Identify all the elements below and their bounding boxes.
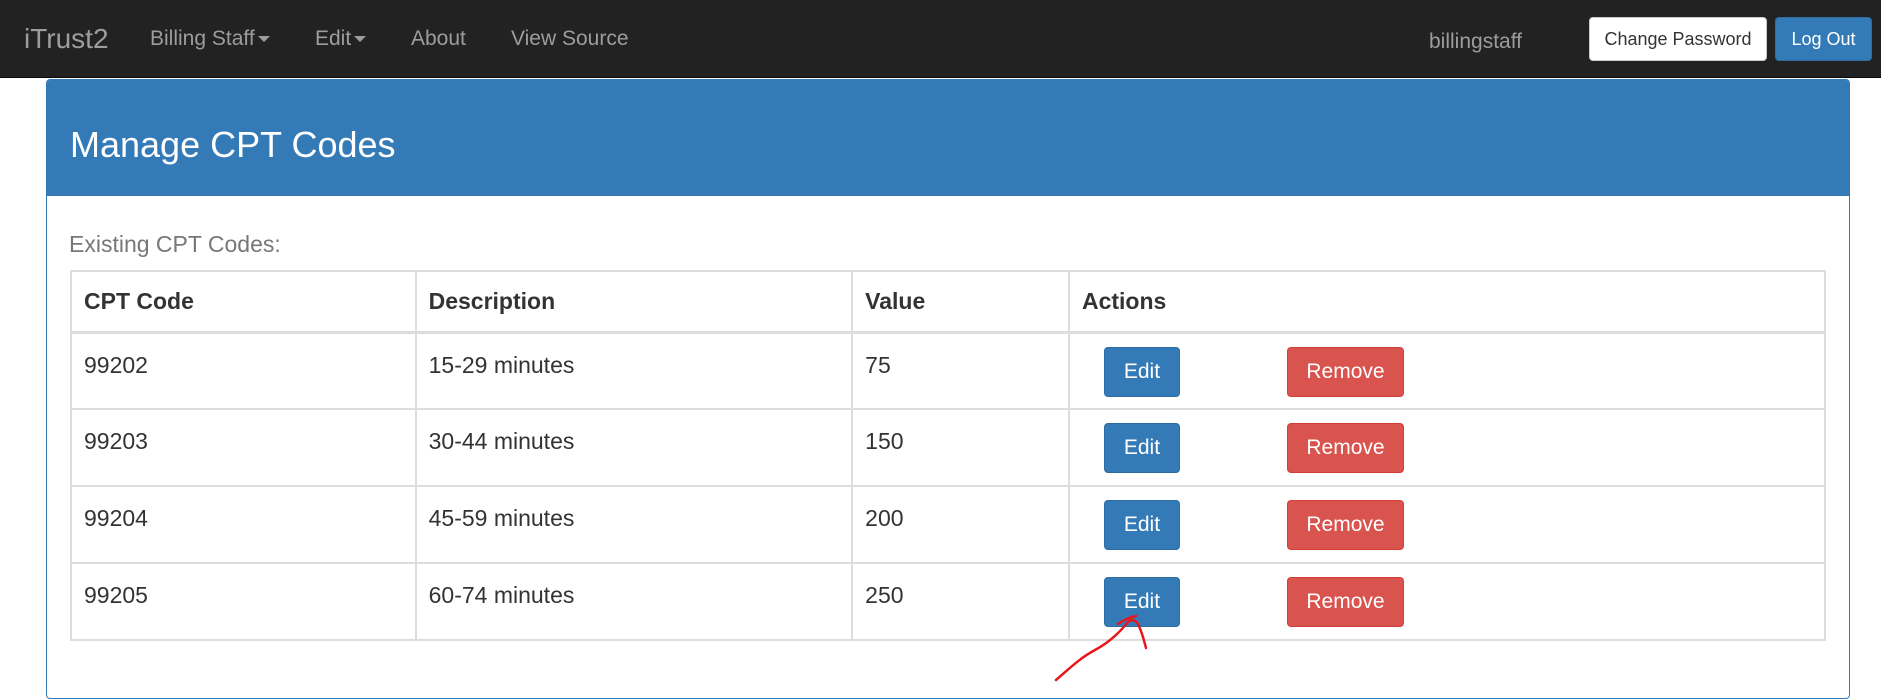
description-cell: 15-29 minutes: [414, 331, 854, 410]
billing-staff-menu-label: Billing Staff: [150, 27, 255, 50]
cpt-code-cell: 99205: [70, 562, 417, 641]
view-source-link[interactable]: View Source: [511, 26, 629, 52]
actions-cell: Edit Remove: [1067, 485, 1827, 564]
edit-button[interactable]: Edit: [1103, 577, 1180, 627]
logout-button[interactable]: Log Out: [1775, 17, 1872, 61]
column-header-cpt-code: CPT Code: [70, 270, 417, 334]
panel-heading: Manage CPT Codes: [47, 80, 1849, 196]
value-cell: 250: [851, 562, 1070, 641]
cpt-code-cell: 99202: [70, 331, 417, 410]
table-row: 99203 30-44 minutes 150 Edit Remove: [70, 408, 1827, 487]
table-row: 99202 15-29 minutes 75 Edit Remove: [70, 331, 1827, 410]
top-navbar: iTrust2 Billing Staff Edit About View So…: [0, 0, 1881, 78]
brand-link[interactable]: iTrust2: [24, 22, 109, 56]
edit-menu-label: Edit: [315, 27, 352, 50]
column-header-actions: Actions: [1067, 270, 1827, 334]
remove-button[interactable]: Remove: [1286, 423, 1404, 473]
edit-button[interactable]: Edit: [1103, 500, 1180, 550]
column-header-value: Value: [851, 270, 1070, 334]
value-cell: 75: [851, 331, 1070, 410]
caret-down-icon: [354, 36, 367, 43]
value-cell: 150: [851, 408, 1070, 487]
remove-button[interactable]: Remove: [1286, 577, 1404, 627]
caret-down-icon: [257, 36, 270, 43]
actions-cell: Edit Remove: [1067, 331, 1827, 410]
description-cell: 60-74 minutes: [414, 562, 854, 641]
actions-cell: Edit Remove: [1067, 408, 1827, 487]
cpt-code-cell: 99203: [70, 408, 417, 487]
edit-button[interactable]: Edit: [1103, 346, 1180, 397]
about-link[interactable]: About: [411, 26, 466, 52]
actions-cell: Edit Remove: [1067, 562, 1827, 641]
edit-button[interactable]: Edit: [1103, 423, 1180, 473]
remove-button[interactable]: Remove: [1286, 346, 1404, 397]
table-row: 99204 45-59 minutes 200 Edit Remove: [70, 485, 1827, 564]
value-cell: 200: [851, 485, 1070, 564]
table-header-row: CPT Code Description Value Actions: [70, 270, 1827, 334]
column-header-description: Description: [414, 270, 854, 334]
description-cell: 30-44 minutes: [414, 408, 854, 487]
cpt-codes-table: CPT Code Description Value Actions 99202…: [70, 270, 1827, 641]
table-row: 99205 60-74 minutes 250 Edit Remove: [70, 562, 1827, 641]
current-username: billingstaff: [1429, 30, 1523, 53]
change-password-button[interactable]: Change Password: [1589, 17, 1767, 61]
description-cell: 45-59 minutes: [414, 485, 854, 564]
page-title: Manage CPT Codes: [70, 124, 396, 165]
remove-button[interactable]: Remove: [1286, 500, 1404, 550]
edit-menu[interactable]: Edit: [315, 26, 367, 52]
table-caption: Existing CPT Codes:: [69, 231, 281, 257]
billing-staff-menu[interactable]: Billing Staff: [150, 26, 270, 52]
cpt-code-cell: 99204: [70, 485, 417, 564]
